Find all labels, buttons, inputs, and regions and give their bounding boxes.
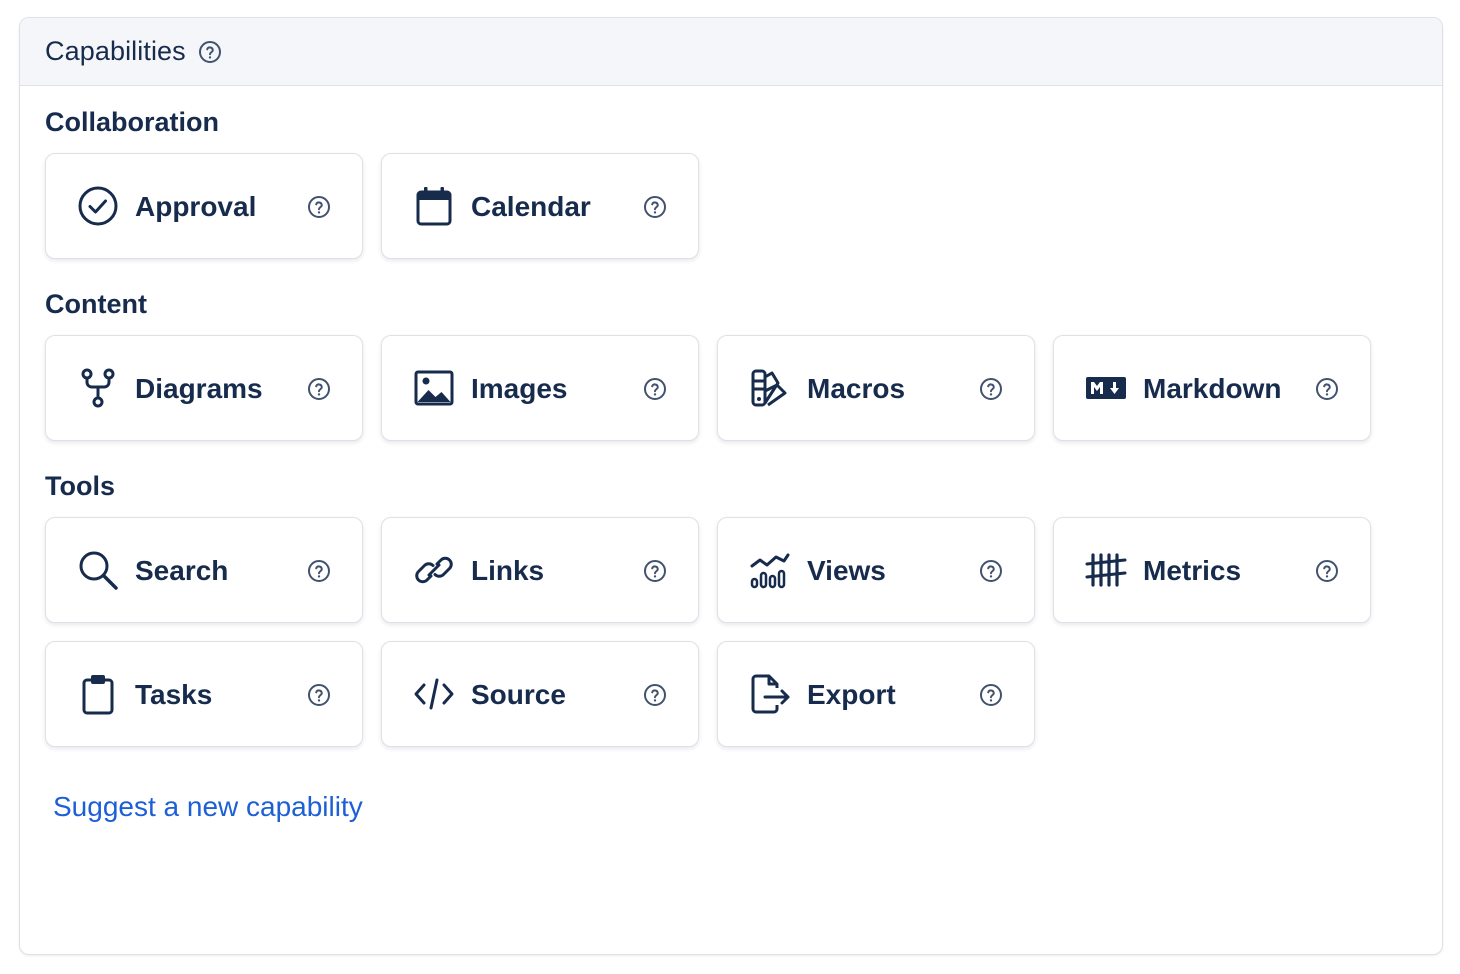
help-icon[interactable] [643, 195, 667, 219]
card-label: Tasks [135, 679, 213, 710]
help-icon[interactable] [307, 377, 331, 401]
capability-card-source[interactable]: Source [381, 641, 699, 747]
help-icon[interactable] [1315, 377, 1339, 401]
help-icon[interactable] [643, 683, 667, 707]
code-icon [413, 673, 455, 715]
search-icon [77, 549, 119, 591]
capability-card-export[interactable]: Export [717, 641, 1035, 747]
capability-card-diagrams[interactable]: Diagrams [45, 335, 363, 441]
calendar-icon [413, 185, 455, 227]
card-label: Diagrams [135, 373, 263, 404]
help-icon[interactable] [307, 683, 331, 707]
check-circle-icon [77, 185, 119, 227]
capability-card-tasks[interactable]: Tasks [45, 641, 363, 747]
image-icon [413, 367, 455, 409]
help-icon[interactable] [198, 40, 222, 64]
chart-icon [749, 549, 791, 591]
capability-card-approval[interactable]: Approval [45, 153, 363, 259]
help-icon[interactable] [307, 559, 331, 583]
card-label: Links [471, 555, 545, 586]
fork-icon [77, 367, 119, 409]
help-icon[interactable] [979, 683, 1003, 707]
swatch-icon [749, 367, 791, 409]
help-icon[interactable] [643, 559, 667, 583]
capability-card-links[interactable]: Links [381, 517, 699, 623]
help-icon[interactable] [979, 559, 1003, 583]
card-label: Markdown [1143, 373, 1282, 404]
markdown-icon [1085, 367, 1127, 409]
section-title-content: Content [45, 289, 147, 319]
card-label: Metrics [1143, 555, 1242, 586]
card-label: Calendar [471, 191, 591, 222]
card-label: Views [807, 555, 886, 586]
card-label: Approval [135, 191, 257, 222]
panel-header: Capabilities [20, 18, 1442, 86]
help-icon[interactable] [979, 377, 1003, 401]
help-icon[interactable] [307, 195, 331, 219]
section-title-collaboration: Collaboration [45, 107, 219, 137]
capability-card-metrics[interactable]: Metrics [1053, 517, 1371, 623]
card-label: Images [471, 373, 568, 404]
capability-card-views[interactable]: Views [717, 517, 1035, 623]
link-icon [413, 549, 455, 591]
capability-card-search[interactable]: Search [45, 517, 363, 623]
tally-icon [1085, 549, 1127, 591]
suggest-capability-link[interactable]: Suggest a new capability [53, 791, 363, 823]
help-icon[interactable] [1315, 559, 1339, 583]
capability-card-images[interactable]: Images [381, 335, 699, 441]
capability-card-macros[interactable]: Macros [717, 335, 1035, 441]
export-icon [749, 673, 791, 715]
panel-title: Capabilities [45, 36, 186, 66]
capabilities-panel: Capabilities Collaboration Content Tools… [19, 17, 1443, 955]
capability-card-markdown[interactable]: Markdown [1053, 335, 1371, 441]
section-title-tools: Tools [45, 471, 115, 501]
card-label: Macros [807, 373, 906, 404]
card-label: Source [471, 679, 566, 710]
clipboard-icon [77, 673, 119, 715]
card-label: Export [807, 679, 896, 710]
card-label: Search [135, 555, 229, 586]
capability-card-calendar[interactable]: Calendar [381, 153, 699, 259]
help-icon[interactable] [643, 377, 667, 401]
